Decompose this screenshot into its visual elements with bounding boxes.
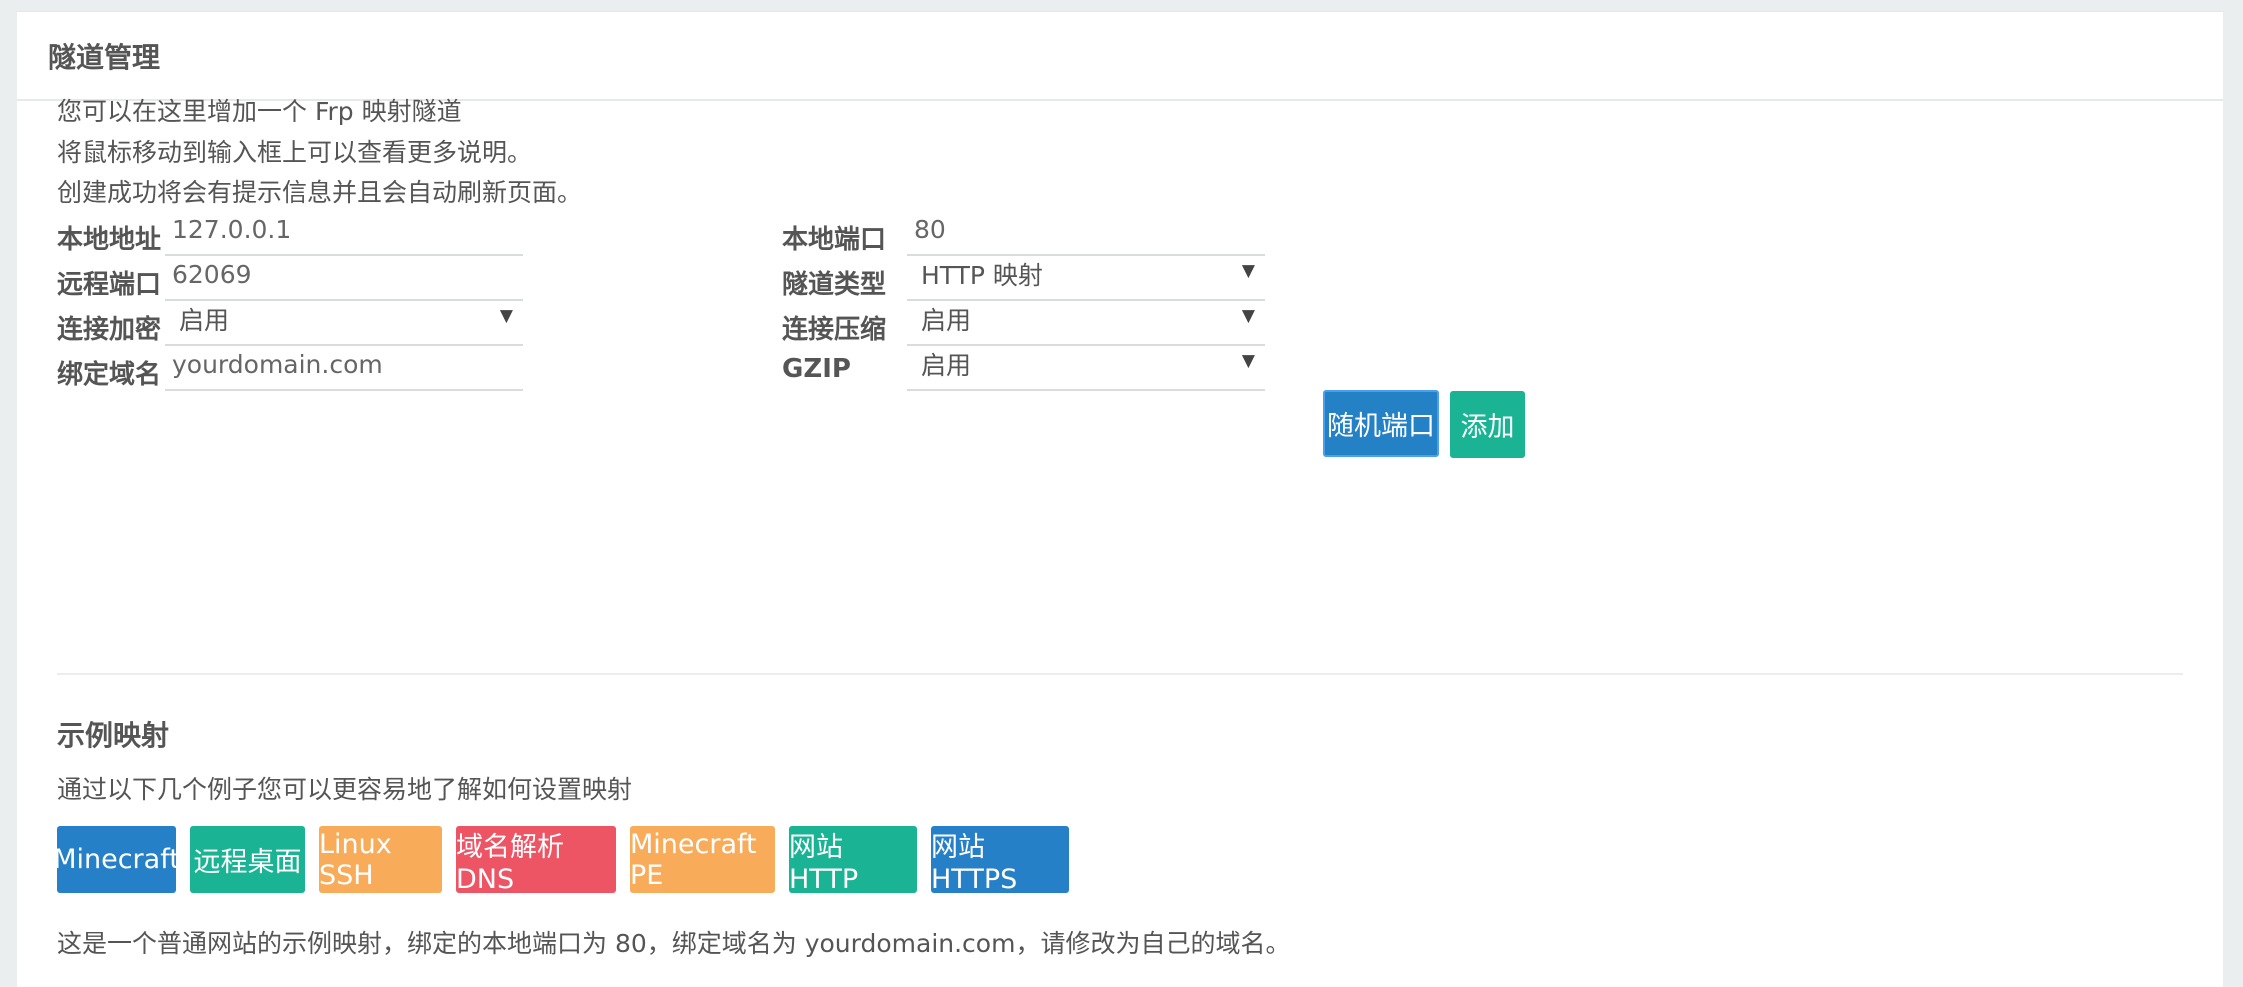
example-dns-button[interactable]: 域名解析 DNS [456,826,616,895]
compression-label: 连接压缩 [782,315,887,345]
tunnel-management-panel: 隧道管理 您可以在这里增加一个 Frp 映射隧道 将鼠标移动到输入框上可以查看更… [17,11,2223,987]
gzip-value: 启用 [921,351,972,380]
examples-title: 示例映射 [57,719,170,752]
caret-down-icon: ▼ [1241,261,1255,281]
panel-title: 隧道管理 [17,12,2223,101]
examples-desc: 通过以下几个例子您可以更容易地了解如何设置映射 [57,775,633,804]
gzip-select[interactable]: 启用 ▼ [907,339,1265,391]
encryption-value: 启用 [179,306,230,335]
example-https-button[interactable]: 网站 HTTPS [931,826,1069,895]
example-remote-desktop-button[interactable]: 远程桌面 [190,826,305,893]
example-minecraft-pe-button[interactable]: Minecraft PE [630,826,775,893]
gzip-label: GZIP [782,354,851,384]
caret-down-icon: ▼ [1241,351,1255,371]
tunnel-type-value: HTTP 映射 [921,261,1043,290]
tunnel-type-label: 隧道类型 [782,270,887,300]
example-linux-ssh-button[interactable]: Linux SSH [319,826,442,893]
local-address-label: 本地地址 [57,225,162,255]
example-http-button[interactable]: 网站 HTTP [789,826,917,895]
local-port-label: 本地端口 [782,225,887,255]
caret-down-icon: ▼ [1241,306,1255,326]
intro-line-2: 将鼠标移动到输入框上可以查看更多说明。 [57,138,533,167]
encryption-label: 连接加密 [57,315,162,345]
random-port-button[interactable]: 随机端口 [1323,390,1439,457]
add-button[interactable]: 添加 [1450,391,1525,458]
intro-line-1: 您可以在这里增加一个 Frp 映射隧道 [57,97,462,126]
caret-down-icon: ▼ [499,306,513,326]
example-note: 这是一个普通网站的示例映射，绑定的本地端口为 80，绑定域名为 yourdoma… [57,929,1291,958]
example-minecraft-button[interactable]: Minecraft [53,826,180,893]
domain-input[interactable]: yourdomain.com [165,339,523,391]
domain-label: 绑定域名 [57,360,162,390]
compression-value: 启用 [921,306,972,335]
divider [57,673,2183,675]
remote-port-label: 远程端口 [57,270,162,300]
